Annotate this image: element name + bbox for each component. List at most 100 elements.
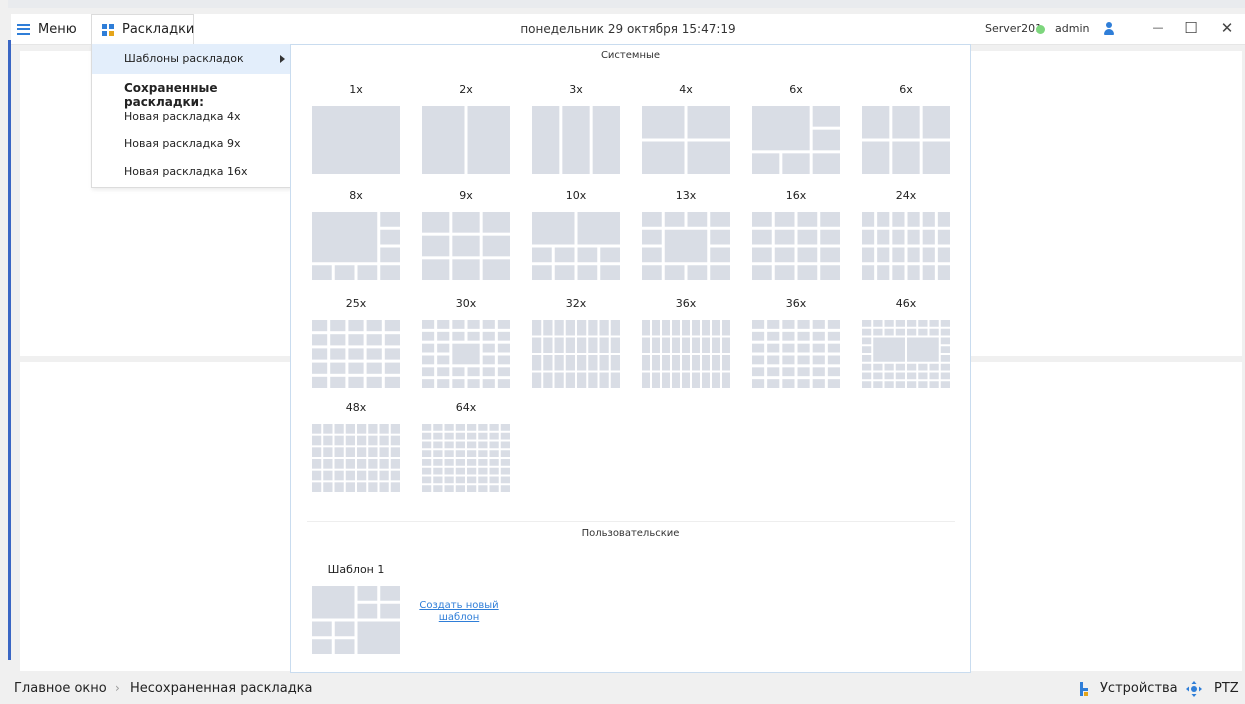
template-label: 1x: [349, 83, 363, 96]
layout-tile: [368, 482, 378, 492]
layout-tile: [577, 247, 598, 263]
layout-thumbnail: [862, 212, 950, 280]
layout-tile: [478, 441, 488, 449]
layout-template[interactable]: 48x: [312, 401, 400, 492]
layout-tile: [422, 320, 435, 329]
layout-template[interactable]: 46x: [862, 297, 950, 388]
template-label: 8x: [349, 189, 363, 202]
menu-button[interactable]: Меню: [17, 19, 77, 39]
layout-tile: [884, 328, 894, 336]
layout-tile: [444, 459, 454, 466]
layout-tile: [702, 337, 710, 353]
devices-button[interactable]: Устройства: [1100, 681, 1178, 696]
layout-tile: [379, 424, 389, 434]
templates-menu-item[interactable]: Шаблоны раскладок: [92, 44, 291, 74]
layout-tile: [437, 355, 450, 365]
user-icon[interactable]: [1103, 22, 1115, 36]
layout-tile: [500, 450, 510, 457]
layout-tile: [884, 381, 894, 388]
layout-tile: [357, 621, 400, 654]
ptz-button[interactable]: PTZ: [1214, 681, 1239, 696]
layout-template[interactable]: 24x: [862, 189, 950, 280]
breadcrumb-current-layout[interactable]: Несохраненная раскладка: [130, 681, 313, 696]
layout-tile: [455, 459, 465, 466]
ptz-icon: [1186, 681, 1202, 697]
layout-template[interactable]: 36x: [752, 297, 840, 388]
layout-template[interactable]: 25x: [312, 297, 400, 388]
layout-tile: [877, 229, 890, 245]
layout-template[interactable]: 2x: [422, 83, 510, 174]
layout-tile: [588, 355, 598, 371]
layout-tile: [357, 447, 367, 457]
layout-template[interactable]: 8x: [312, 189, 400, 280]
layout-template[interactable]: 3x: [532, 83, 620, 174]
layout-tile: [422, 355, 435, 365]
layout-tile: [642, 320, 650, 336]
layout-template[interactable]: 36x: [642, 297, 730, 388]
layout-template[interactable]: 16x: [752, 189, 840, 280]
layout-tile: [664, 212, 685, 227]
layout-tile: [884, 320, 894, 327]
layout-tile: [379, 447, 389, 457]
layout-tile: [862, 381, 872, 388]
layout-tile: [543, 320, 553, 336]
layout-tile: [782, 367, 795, 377]
layout-template[interactable]: 10x: [532, 189, 620, 280]
layout-tile: [712, 355, 720, 371]
layout-tile: [433, 450, 443, 457]
layout-tile: [710, 265, 730, 280]
templates-panel: Системные 1x 2x 3x 4x 6x 6x 8x 9x 10x 13x 16x 24x 25…: [290, 44, 971, 673]
server-name[interactable]: Server201: [985, 22, 1042, 35]
layout-tile: [452, 331, 465, 341]
layout-tile: [390, 435, 400, 446]
minimize-button[interactable]: —: [1150, 20, 1166, 36]
layout-tile: [482, 331, 495, 341]
layout-tile: [357, 459, 367, 469]
layout-template[interactable]: 13x: [642, 189, 730, 280]
layout-tile: [687, 265, 708, 280]
template-label: 4x: [679, 83, 693, 96]
maximize-button[interactable]: ☐: [1183, 20, 1199, 36]
layout-tile: [565, 320, 575, 336]
saved-layout-item[interactable]: Новая раскладка 16x: [92, 157, 291, 187]
window-accent-line: [8, 40, 11, 660]
layout-tile: [532, 320, 542, 336]
layout-template[interactable]: 1x: [312, 83, 400, 174]
layout-tile: [500, 459, 510, 466]
layout-tile: [652, 355, 660, 371]
layout-template[interactable]: 6x: [752, 83, 840, 174]
layout-tile: [692, 337, 700, 353]
layout-template[interactable]: 64x: [422, 401, 510, 492]
layout-tile: [895, 328, 905, 336]
layout-tile: [312, 320, 328, 332]
layout-template[interactable]: 30x: [422, 297, 510, 388]
layout-tile: [642, 106, 685, 139]
layout-tile: [467, 476, 477, 484]
layout-tile: [422, 459, 432, 466]
layout-tile: [922, 212, 935, 227]
layout-tile: [940, 337, 950, 345]
user-section-title: Пользовательские: [581, 528, 680, 539]
layout-tile: [862, 247, 875, 263]
layout-tile: [422, 485, 432, 492]
create-template-link[interactable]: Создать новый шаблон: [419, 600, 499, 624]
saved-layout-item[interactable]: Новая раскладка 9x: [92, 129, 291, 159]
layout-tile: [368, 459, 378, 469]
layout-template[interactable]: 32x: [532, 297, 620, 388]
layout-tile: [467, 485, 477, 492]
layout-tile: [600, 247, 620, 263]
layout-tile: [642, 265, 662, 280]
layout-template[interactable]: 6x: [862, 83, 950, 174]
layout-tile: [782, 343, 795, 353]
layout-template[interactable]: 9x: [422, 189, 510, 280]
layout-template[interactable]: Шаблон 1: [312, 563, 400, 654]
layout-tile: [940, 372, 950, 380]
layouts-button[interactable]: Раскладки: [91, 14, 194, 44]
layout-template[interactable]: 4x: [642, 83, 730, 174]
saved-layout-item[interactable]: Новая раскладка 4x: [92, 102, 291, 132]
layout-tile: [357, 265, 378, 280]
layout-tile: [652, 320, 660, 336]
user-name[interactable]: admin: [1055, 22, 1089, 35]
close-button[interactable]: ✕: [1219, 20, 1235, 36]
breadcrumb-main-window[interactable]: Главное окно: [14, 681, 107, 696]
